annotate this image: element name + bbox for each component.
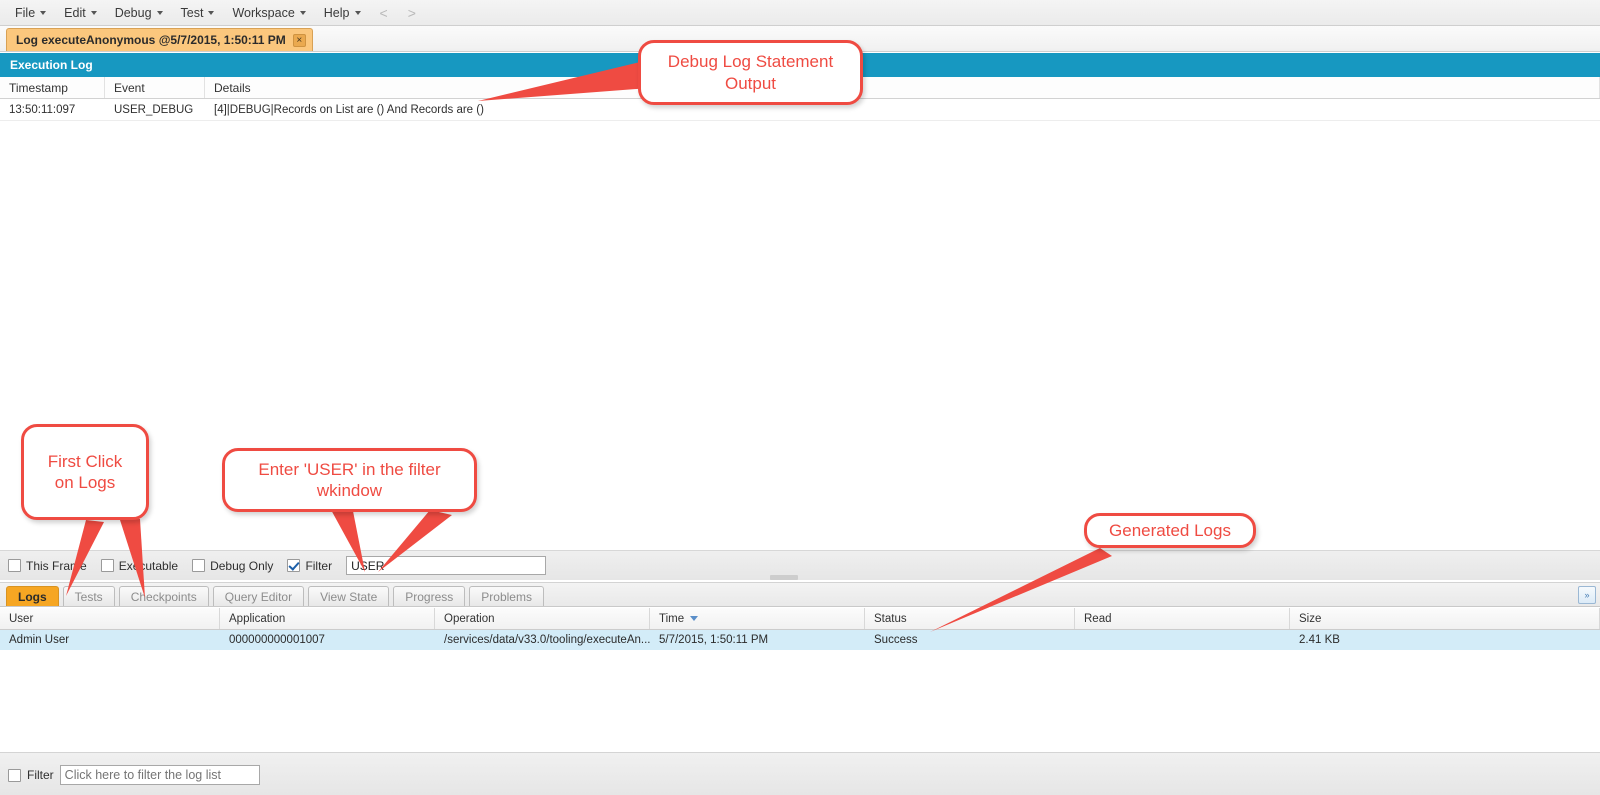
- tab-progress[interactable]: Progress: [393, 586, 466, 606]
- ide-window: File Edit Debug Test Workspace Help < > …: [0, 0, 1600, 795]
- cell-read: [1075, 630, 1290, 650]
- chevron-down-icon: [156, 10, 163, 15]
- tab-checkpoints[interactable]: Checkpoints: [118, 586, 209, 606]
- annotation-enter-user-filter: Enter 'USER' in the filter wkindow: [222, 448, 477, 512]
- panel-splitter-handle[interactable]: [770, 575, 798, 580]
- checkbox-debug-only[interactable]: [192, 559, 206, 572]
- log-list-filter-input[interactable]: [59, 765, 260, 785]
- nav-back-icon[interactable]: <: [370, 5, 398, 21]
- tab-view-state-label: View State: [320, 589, 378, 604]
- menu-item-edit-label: Edit: [64, 5, 86, 20]
- checkbox-group-filter[interactable]: Filter: [287, 559, 332, 573]
- menu-item-help-label: Help: [323, 5, 350, 20]
- column-header-user[interactable]: User: [0, 608, 220, 629]
- cell-timestamp: 13:50:11:097: [9, 103, 76, 116]
- checkbox-group-executable[interactable]: Executable: [100, 558, 179, 573]
- tab-tests-label: Tests: [74, 589, 103, 604]
- cell-size: 2.41 KB: [1299, 634, 1340, 646]
- checkbox-this-frame-label: This Frame: [26, 558, 87, 573]
- tab-progress-label: Progress: [405, 589, 454, 604]
- column-header-user-label: User: [9, 612, 34, 625]
- table-row[interactable]: Admin User 000000000001007 /services/dat…: [0, 630, 1600, 650]
- tab-logs-label: Logs: [18, 589, 47, 604]
- checkbox-filter-label: Filter: [305, 558, 333, 573]
- log-list-grid: User Application Operation Time Status R…: [0, 608, 1600, 752]
- execution-log-options-bar: This Frame Executable Debug Only Filter: [0, 550, 1600, 580]
- document-tab-label: Log executeAnonymous @5/7/2015, 1:50:11 …: [16, 33, 286, 47]
- nav-forward-icon[interactable]: >: [398, 5, 426, 21]
- menu-item-help[interactable]: Help: [315, 3, 370, 23]
- column-header-timestamp[interactable]: Timestamp: [0, 77, 105, 98]
- checkbox-debug-only-label: Debug Only: [210, 558, 274, 573]
- column-header-status-label: Status: [874, 612, 907, 625]
- checkbox-group-this-frame[interactable]: This Frame: [8, 559, 87, 573]
- column-header-event[interactable]: Event: [105, 77, 205, 98]
- chevron-down-icon: [40, 10, 47, 15]
- cell-details: [4]|DEBUG|Records on List are () And Rec…: [214, 103, 484, 116]
- close-icon[interactable]: ×: [292, 33, 306, 47]
- checkbox-filter[interactable]: [287, 559, 301, 572]
- bottom-panel-tab-bar: Logs Tests Checkpoints Query Editor View…: [0, 582, 1600, 607]
- checkbox-log-list-filter-label: Filter: [27, 768, 54, 782]
- tab-tests[interactable]: Tests: [62, 586, 115, 606]
- column-header-operation[interactable]: Operation: [435, 608, 650, 629]
- column-header-time[interactable]: Time: [650, 608, 865, 629]
- cell-status: Success: [874, 634, 918, 646]
- column-header-application[interactable]: Application: [220, 608, 435, 629]
- tab-logs[interactable]: Logs: [6, 586, 59, 606]
- annotation-debug-output: Debug Log Statement Output: [638, 40, 863, 105]
- menu-item-edit[interactable]: Edit: [55, 3, 106, 23]
- menu-item-debug-label: Debug: [114, 5, 152, 20]
- menu-item-debug[interactable]: Debug: [106, 3, 172, 23]
- checkbox-executable[interactable]: [100, 559, 114, 572]
- column-header-operation-label: Operation: [444, 612, 495, 625]
- execution-log-title: Execution Log: [10, 58, 93, 72]
- menu-item-test-label: Test: [180, 5, 204, 20]
- chevron-down-icon: [299, 10, 306, 15]
- column-header-status[interactable]: Status: [865, 608, 1075, 629]
- tab-problems[interactable]: Problems: [469, 586, 544, 606]
- tab-query-editor[interactable]: Query Editor: [212, 586, 305, 606]
- menu-item-file[interactable]: File: [6, 3, 55, 23]
- tab-problems-label: Problems: [481, 589, 532, 604]
- menu-item-workspace[interactable]: Workspace: [223, 3, 314, 23]
- document-tab-execute-anonymous-log[interactable]: Log executeAnonymous @5/7/2015, 1:50:11 …: [6, 28, 313, 51]
- checkbox-group-debug-only[interactable]: Debug Only: [192, 559, 273, 573]
- cell-application: 000000000001007: [229, 634, 325, 646]
- cell-time: 5/7/2015, 1:50:11 PM: [659, 634, 769, 646]
- log-list-header-row: User Application Operation Time Status R…: [0, 608, 1600, 630]
- chevron-down-icon: [90, 10, 97, 15]
- column-header-size[interactable]: Size: [1290, 608, 1600, 629]
- execution-log-filter-input[interactable]: [346, 556, 547, 575]
- column-header-size-label: Size: [1299, 612, 1322, 625]
- column-header-time-label: Time: [659, 612, 685, 625]
- cell-event: USER_DEBUG: [114, 103, 194, 116]
- tab-checkpoints-label: Checkpoints: [130, 589, 197, 604]
- log-list-filter-bar: Filter: [0, 752, 1600, 795]
- menu-bar: File Edit Debug Test Workspace Help < >: [0, 0, 1600, 26]
- tab-query-editor-label: Query Editor: [224, 589, 293, 604]
- checkbox-this-frame[interactable]: [8, 559, 21, 572]
- chevron-down-icon: [354, 10, 361, 15]
- sort-descending-icon: [690, 616, 699, 621]
- cell-user: Admin User: [9, 634, 70, 646]
- column-header-read[interactable]: Read: [1075, 608, 1290, 629]
- checkbox-log-list-filter[interactable]: [8, 768, 21, 782]
- chevron-down-icon: [208, 10, 215, 15]
- column-header-application-label: Application: [229, 612, 286, 625]
- chevron-double-down-icon[interactable]: »: [1578, 586, 1596, 604]
- menu-item-file-label: File: [15, 5, 36, 20]
- menu-item-test[interactable]: Test: [172, 3, 224, 23]
- cell-operation: /services/data/v33.0/tooling/executeAn..…: [444, 634, 650, 646]
- annotation-first-click-logs: First Click on Logs: [21, 424, 149, 520]
- annotation-generated-logs: Generated Logs: [1084, 513, 1256, 548]
- menu-item-workspace-label: Workspace: [232, 5, 295, 20]
- column-header-details[interactable]: Details: [205, 77, 1600, 98]
- checkbox-executable-label: Executable: [118, 558, 179, 573]
- column-header-read-label: Read: [1084, 612, 1112, 625]
- tab-view-state[interactable]: View State: [308, 586, 390, 606]
